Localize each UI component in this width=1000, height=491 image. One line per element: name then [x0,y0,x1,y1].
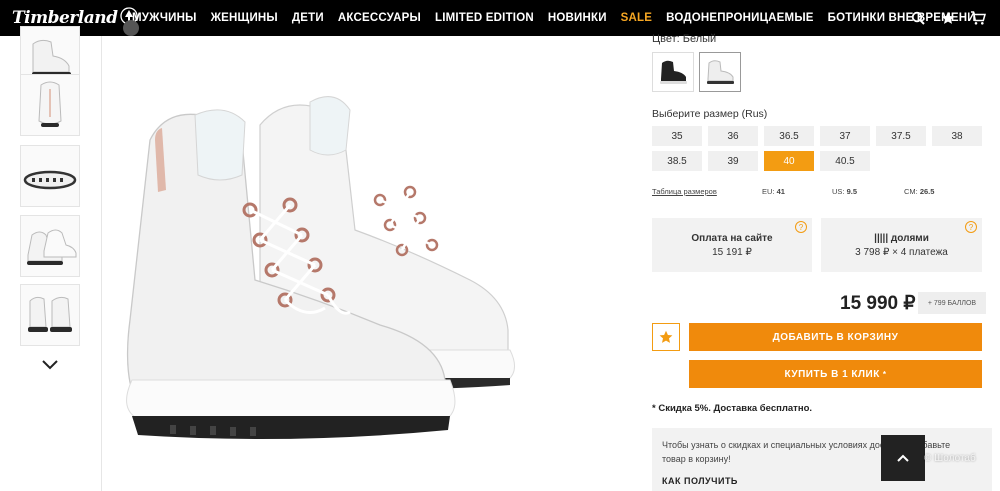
promo-text: * Скидка 5%. Доставка бесплатно. [652,403,813,414]
nav-item-6[interactable]: SALE [621,12,652,24]
site-payment-value: 15 191 ₽ [712,246,752,258]
star-icon [659,330,673,343]
installments-box: ||||| долями 3 798 ₽ × 4 платежа ? [821,218,982,272]
help-icon[interactable]: ? [795,221,807,233]
size-option-40[interactable]: 40 [764,151,814,171]
buy-one-click-label: КУПИТЬ В 1 КЛИК [784,368,880,380]
size-option-38-5[interactable]: 38.5 [652,151,702,171]
help-icon[interactable]: ? [965,221,977,233]
main-product-image[interactable] [110,80,610,460]
size-option-36[interactable]: 36 [708,126,758,146]
site-payment-title: Оплата на сайте [691,232,773,244]
size-option-38[interactable]: 38 [932,126,982,146]
thumbnail-boot-back[interactable] [20,74,80,136]
buy-one-click-mark: * [882,369,887,379]
logo-text: Timberland [12,8,118,28]
size-option-35[interactable]: 35 [652,126,702,146]
thumbnail-boot-pair-front[interactable] [20,284,80,346]
nav-item-7[interactable]: ВОДОНЕПРОНИЦАЕМЫЕ [666,12,814,24]
installments-title: ||||| долями [874,232,929,244]
color-label: Цвет: Белый [652,33,717,45]
chevron-up-icon [897,454,909,462]
site-payment-box: Оплата на сайте 15 191 ₽ ? [652,218,812,272]
nav-item-1[interactable]: ЖЕНЩИНЫ [211,12,278,24]
watermark: © Шолотаб [924,453,976,464]
top-navigation: Timberland МУЖЧИНЫ ЖЕНЩИНЫ ДЕТИ АКСЕССУАРЫ L… [0,0,1000,36]
nav-item-3[interactable]: АКСЕССУАРЫ [338,12,421,24]
star-icon[interactable] [940,10,956,26]
chevron-down-icon[interactable] [40,358,60,374]
search-icon[interactable] [910,10,926,26]
nav-item-2[interactable]: ДЕТИ [292,12,324,24]
gallery-divider [101,36,102,491]
nav-item-4[interactable]: LIMITED EDITION [435,12,534,24]
product-price: 15 990 ₽ [840,293,916,314]
color-swatch-white[interactable] [699,52,741,92]
cart-icon[interactable] [970,10,986,26]
scroll-to-top-button[interactable] [881,435,925,481]
bonus-points-badge: + 799 БАЛЛОВ [918,292,986,314]
size-option-37[interactable]: 37 [820,126,870,146]
add-to-cart-button[interactable]: ДОБАВИТЬ В КОРЗИНУ [689,323,982,351]
buy-one-click-button[interactable]: КУПИТЬ В 1 КЛИК * [689,360,982,388]
size-label: Выберите размер (Rus) [652,108,768,120]
size-option-40-5[interactable]: 40.5 [820,151,870,171]
size-table-link[interactable]: Таблица размеров [652,187,717,196]
nav-item-0[interactable]: МУЖЧИНЫ [132,12,197,24]
cm-size: CM: 26.5 [904,187,935,196]
size-option-39[interactable]: 39 [708,151,758,171]
nav-item-5[interactable]: НОВИНКИ [548,12,607,24]
thumbnail-boot-pair-angle[interactable] [20,215,80,277]
cursor-indicator [123,20,139,36]
how-to-get-link[interactable]: КАК ПОЛУЧИТЬ [662,476,738,486]
main-menu: МУЖЧИНЫ ЖЕНЩИНЫ ДЕТИ АКСЕССУАРЫ LIMITED EDIT… [132,0,990,36]
color-swatch-black[interactable] [652,52,694,92]
size-option-36-5[interactable]: 36.5 [764,126,814,146]
installments-value: 3 798 ₽ × 4 платежа [855,246,948,258]
thumbnail-sole-bottom[interactable] [20,145,80,207]
eu-size: EU: 41 [762,187,785,196]
add-to-favorites-button[interactable] [652,323,680,351]
size-option-37-5[interactable]: 37.5 [876,126,926,146]
us-size: US: 9.5 [832,187,858,196]
